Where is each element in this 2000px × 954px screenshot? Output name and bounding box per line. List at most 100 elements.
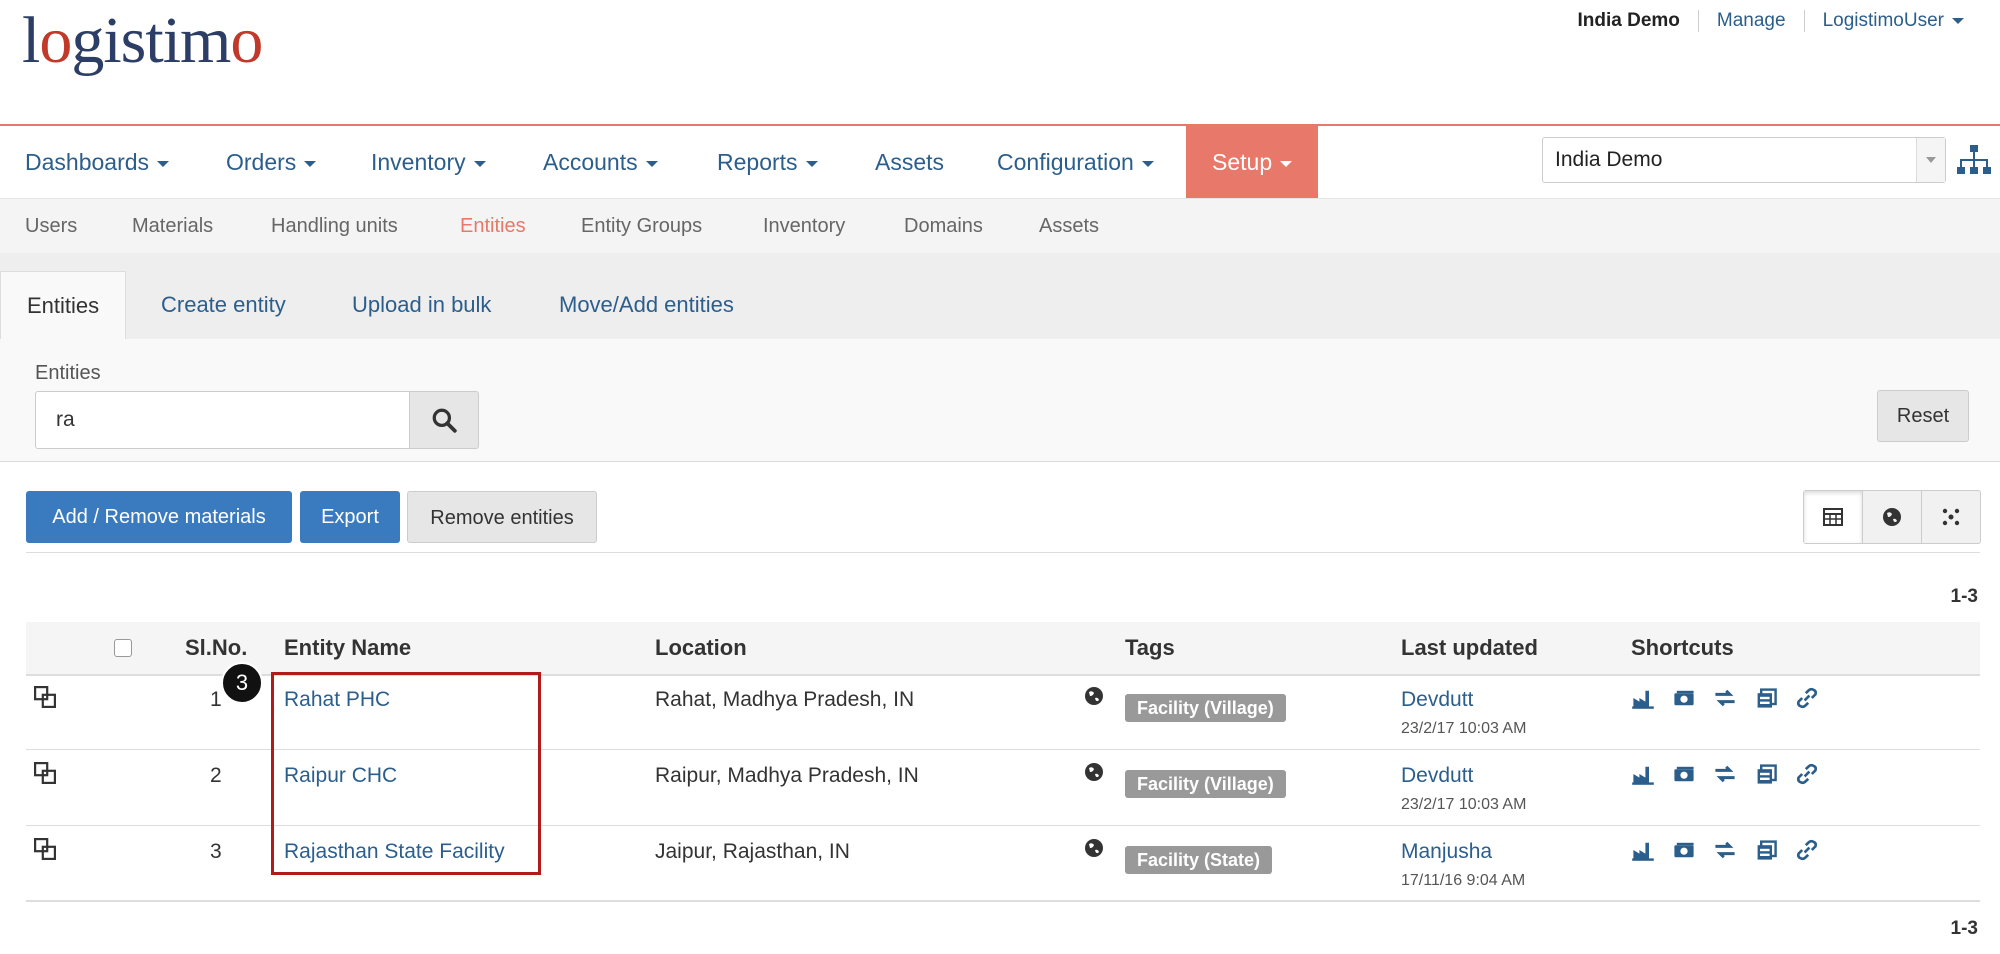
stock-icon[interactable] bbox=[1754, 838, 1778, 862]
chevron-down-icon bbox=[805, 160, 818, 167]
top-links: India Demo Manage LogistimoUser bbox=[1577, 10, 1964, 32]
subnav-entity-groups[interactable]: Entity Groups bbox=[581, 199, 702, 253]
transfer-icon[interactable] bbox=[1713, 762, 1737, 786]
hierarchy-icon[interactable] bbox=[1956, 142, 1992, 178]
copy-icon[interactable] bbox=[34, 838, 56, 860]
column-shortcuts: Shortcuts bbox=[1631, 635, 1734, 660]
subnav-materials[interactable]: Materials bbox=[132, 199, 213, 253]
user-menu-label: LogistimoUser bbox=[1822, 10, 1944, 31]
select-all-checkbox[interactable] bbox=[114, 639, 132, 657]
nav-inventory[interactable]: Inventory bbox=[371, 126, 486, 198]
nav-reports-label: Reports bbox=[717, 149, 798, 175]
chevron-down-icon bbox=[645, 160, 658, 167]
tab-entities[interactable]: Entities bbox=[0, 271, 127, 340]
current-domain-label: India Demo bbox=[1577, 10, 1680, 31]
nav-accounts[interactable]: Accounts bbox=[543, 126, 658, 198]
updated-by-link[interactable]: Manjusha bbox=[1401, 840, 1492, 864]
map-view-button[interactable] bbox=[1862, 491, 1921, 543]
factory-icon[interactable] bbox=[1631, 686, 1655, 710]
transfer-icon[interactable] bbox=[1713, 686, 1737, 710]
nav-orders-label: Orders bbox=[226, 149, 297, 175]
user-menu[interactable]: LogistimoUser bbox=[1823, 10, 1964, 32]
copy-icon[interactable] bbox=[34, 686, 56, 708]
logistimo-logo: logistimo bbox=[22, 4, 263, 77]
network-view-button[interactable] bbox=[1921, 491, 1980, 543]
link-icon[interactable] bbox=[1795, 762, 1819, 786]
table-icon bbox=[1823, 508, 1843, 526]
factory-icon[interactable] bbox=[1631, 762, 1655, 786]
remove-entities-button[interactable]: Remove entities bbox=[407, 491, 597, 543]
globe-icon bbox=[1883, 508, 1901, 526]
entities-filter-label: Entities bbox=[35, 362, 101, 384]
stock-icon[interactable] bbox=[1754, 686, 1778, 710]
nav-reports[interactable]: Reports bbox=[717, 126, 818, 198]
transfer-icon[interactable] bbox=[1713, 838, 1737, 862]
updated-by-link[interactable]: Devdutt bbox=[1401, 688, 1473, 712]
subnav-entities[interactable]: Entities bbox=[460, 199, 526, 253]
domain-select[interactable]: India Demo bbox=[1542, 137, 1946, 183]
subnav-domains[interactable]: Domains bbox=[904, 199, 983, 253]
copy-icon[interactable] bbox=[34, 762, 56, 784]
tabs-bar: Entities Create entity Upload in bulk Mo… bbox=[0, 253, 2000, 340]
nav-assets[interactable]: Assets bbox=[875, 126, 944, 198]
updated-at: 17/11/16 9:04 AM bbox=[1401, 872, 1526, 889]
chevron-down-icon bbox=[473, 160, 486, 167]
chevron-down-icon bbox=[1952, 17, 1964, 24]
link-icon[interactable] bbox=[1795, 838, 1819, 862]
updated-at: 23/2/17 10:03 AM bbox=[1401, 796, 1527, 813]
table-view-button[interactable] bbox=[1804, 491, 1862, 543]
step-badge: 3 bbox=[221, 662, 263, 704]
reset-button[interactable]: Reset bbox=[1877, 390, 1969, 442]
tab-create-entity[interactable]: Create entity bbox=[135, 271, 312, 339]
nav-orders[interactable]: Orders bbox=[226, 126, 317, 198]
entity-search-input[interactable]: ra bbox=[35, 391, 410, 449]
export-button[interactable]: Export bbox=[300, 491, 400, 543]
subnav-assets[interactable]: Assets bbox=[1039, 199, 1099, 253]
column-last-updated: Last updated bbox=[1401, 635, 1538, 660]
entity-location: Jaipur, Rajasthan, IN bbox=[655, 840, 850, 863]
updated-by-link[interactable]: Devdutt bbox=[1401, 764, 1473, 788]
subnav-handling-units[interactable]: Handling units bbox=[271, 199, 398, 253]
search-icon bbox=[432, 408, 457, 433]
subnav-inventory[interactable]: Inventory bbox=[763, 199, 845, 253]
column-tags: Tags bbox=[1125, 635, 1175, 660]
link-icon[interactable] bbox=[1795, 686, 1819, 710]
money-icon[interactable] bbox=[1672, 838, 1696, 862]
divider bbox=[26, 552, 1980, 553]
nav-setup[interactable]: Setup bbox=[1186, 126, 1319, 198]
entity-location: Raipur, Madhya Pradesh, IN bbox=[655, 764, 919, 787]
chevron-down-icon bbox=[1280, 160, 1293, 167]
factory-icon[interactable] bbox=[1631, 838, 1655, 862]
subnav-users[interactable]: Users bbox=[25, 199, 77, 253]
globe-icon[interactable] bbox=[1084, 686, 1104, 706]
nav-inventory-label: Inventory bbox=[371, 149, 466, 175]
money-icon[interactable] bbox=[1672, 762, 1696, 786]
chevron-down-icon bbox=[304, 160, 317, 167]
search-button[interactable] bbox=[409, 391, 479, 449]
divider bbox=[1803, 10, 1805, 32]
nav-configuration[interactable]: Configuration bbox=[997, 126, 1154, 198]
divider bbox=[26, 900, 1980, 901]
tab-move-add-entities[interactable]: Move/Add entities bbox=[533, 271, 760, 339]
manage-link[interactable]: Manage bbox=[1717, 10, 1786, 32]
nav-configuration-label: Configuration bbox=[997, 149, 1134, 175]
globe-icon[interactable] bbox=[1084, 838, 1104, 858]
globe-icon[interactable] bbox=[1084, 762, 1104, 782]
tab-upload-in-bulk[interactable]: Upload in bulk bbox=[326, 271, 517, 339]
entity-name-highlight bbox=[271, 672, 541, 875]
column-entity-name[interactable]: Entity Name bbox=[284, 622, 411, 674]
chevron-down-icon bbox=[1916, 138, 1945, 182]
row-number: 1 bbox=[210, 688, 222, 711]
network-icon bbox=[1942, 508, 1960, 526]
row-number: 3 bbox=[210, 840, 222, 863]
money-icon[interactable] bbox=[1672, 686, 1696, 710]
sub-nav: Users Materials Handling units Entities … bbox=[0, 199, 2000, 253]
divider bbox=[1697, 10, 1699, 32]
chevron-down-icon bbox=[157, 160, 170, 167]
entity-location: Rahat, Madhya Pradesh, IN bbox=[655, 688, 915, 711]
nav-dashboards[interactable]: Dashboards bbox=[25, 126, 170, 198]
add-remove-materials-button[interactable]: Add / Remove materials bbox=[26, 491, 292, 543]
stock-icon[interactable] bbox=[1754, 762, 1778, 786]
updated-at: 23/2/17 10:03 AM bbox=[1401, 720, 1527, 737]
pagination-info-bottom: 1-3 bbox=[1950, 918, 1978, 939]
